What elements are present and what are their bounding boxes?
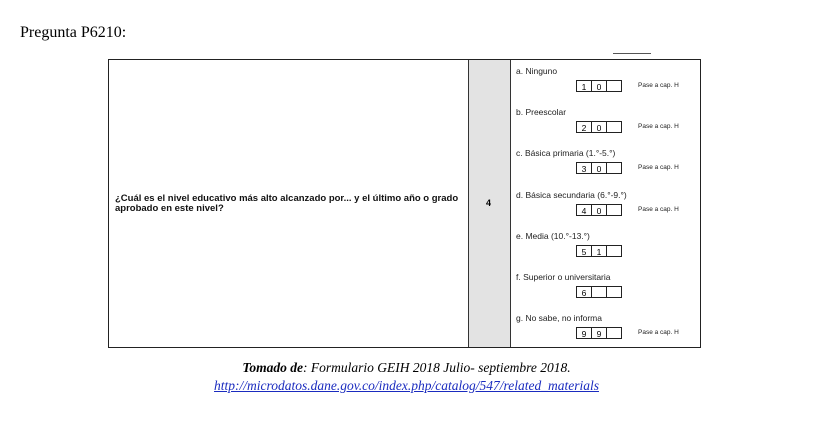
code-boxes: 20 (576, 121, 622, 134)
code-box (606, 80, 622, 92)
caption-text: : Formulario GEIH 2018 Julio- septiembre… (303, 360, 571, 375)
code-box: 4 (576, 203, 592, 216)
code-boxes: 6 (576, 286, 622, 298)
code-box: 9 (591, 327, 607, 340)
option-label: c. Básica primaria (1.°-5.°) (516, 148, 616, 159)
code-box: 3 (576, 162, 592, 175)
option-label: a. Ninguno (516, 66, 558, 76)
top-divider (613, 53, 651, 54)
code-box: 1 (591, 244, 607, 257)
skip-note: Pase a cap. H (638, 164, 679, 172)
answer-option: g. No sabe, no informa 9 9 Pase a cap. H (513, 313, 701, 353)
option-label: f. Superior o universitaria (516, 272, 611, 282)
code-box (606, 121, 622, 134)
code-box (606, 162, 622, 175)
page-heading: Pregunta P6210: (20, 24, 127, 41)
answer-option: f. Superior o universitaria 6 (513, 272, 701, 312)
code-boxes: 40 (576, 203, 622, 216)
skip-note: Pase a cap. H (638, 123, 679, 131)
question-number-cell: 4 (469, 60, 511, 347)
code-boxes: 30 (576, 162, 622, 175)
answer-option: b. Preescolar 2 0 Pase a cap. H (513, 107, 701, 147)
code-box: 9 (576, 327, 592, 340)
skip-note: Pase a cap. H (638, 205, 679, 213)
skip-note: Pase a cap. H (638, 329, 679, 337)
answer-option: c. Básica primaria (1.°-5.°) 3 0 Pase a cap… (513, 148, 701, 188)
code-box: 6 (576, 286, 592, 298)
answer-option: d. Básica secundaria (6.°-9.°) 4 0 Pase a c… (513, 190, 701, 230)
skip-note: Pase a cap. H (638, 82, 679, 89)
code-box: 0 (591, 121, 607, 134)
answer-option: e. Media (10.°-13.°) 5 1 (513, 231, 701, 271)
code-box: 2 (576, 121, 592, 134)
code-box: 1 (576, 80, 592, 92)
question-cell: ¿Cuál es el nivel educativo más alto alc… (109, 60, 469, 347)
source-link[interactable]: http://microdatos.dane.gov.co/index.php/… (0, 378, 813, 394)
option-label: d. Básica secundaria (6.°-9.°) (516, 189, 627, 200)
code-box (606, 327, 622, 340)
code-box (606, 203, 622, 216)
code-box (606, 286, 622, 298)
caption-prefix: Tomado de (242, 360, 304, 375)
question-text: ¿Cuál es el nivel educativo más alto alc… (115, 193, 459, 214)
code-box (591, 286, 607, 298)
option-label: b. Preescolar (516, 107, 567, 118)
option-label: g. No sabe, no informa (516, 313, 602, 324)
code-boxes: 10 (576, 80, 622, 92)
code-boxes: 51 (576, 244, 622, 257)
code-box: 5 (576, 244, 592, 257)
answer-option: a. Ninguno 1 0 Pase a cap. H (513, 66, 701, 106)
code-boxes: 99 (576, 327, 622, 340)
code-box: 0 (591, 203, 607, 216)
question-number: 4 (486, 198, 492, 208)
code-box (606, 244, 622, 257)
code-box: 0 (591, 80, 607, 92)
source-caption: Tomado de: Formulario GEIH 2018 Julio- s… (0, 360, 813, 376)
code-box: 0 (591, 162, 607, 175)
option-label: e. Media (10.°-13.°) (516, 230, 590, 241)
